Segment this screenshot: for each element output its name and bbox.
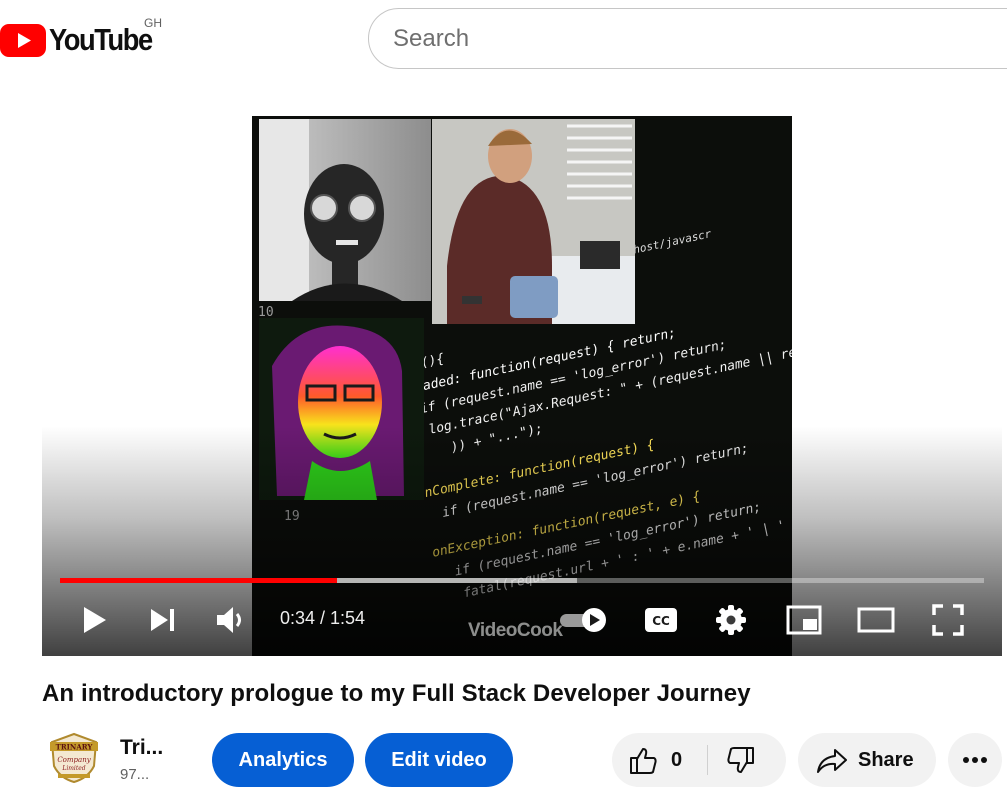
svg-text:TRINARY: TRINARY [56,743,94,752]
edit-video-button[interactable]: Edit video [365,733,513,787]
search-box[interactable] [368,8,1007,69]
like-dislike-group: 0 [612,733,786,787]
next-icon [151,609,174,631]
fullscreen-icon [932,604,964,636]
settings-button[interactable] [706,594,756,646]
time-display: 0:34 / 1:54 [280,608,366,628]
settings-gear-icon [716,605,746,635]
play-icon [84,607,106,633]
video-title: An introductory prologue to my Full Stac… [42,680,751,707]
miniplayer-button[interactable] [778,594,830,646]
autoplay-toggle[interactable] [554,594,612,646]
subscriber-count: 97... [120,766,150,783]
channel-name[interactable]: Tri... [120,736,163,760]
search-input[interactable] [393,25,953,53]
masthead: YouTube GH [0,0,1007,78]
youtube-logo[interactable]: YouTube [0,22,166,58]
fullscreen-button[interactable] [922,594,974,646]
video-frame[interactable]: /localhost/javascr <script ion(){ Loaded… [252,116,792,656]
youtube-play-logo-icon [0,23,46,57]
share-button[interactable]: Share [798,733,936,787]
share-arrow-icon [817,749,847,773]
svg-text:19: 19 [284,509,300,524]
dislike-button[interactable] [708,733,786,787]
miniplayer-icon [786,605,822,635]
more-actions-button[interactable] [948,733,1002,787]
svg-text:Limited: Limited [61,765,85,772]
cc-icon: CC [645,608,677,632]
svg-text:10: 10 [258,305,274,320]
country-code: GH [144,16,162,30]
more-horizontal-icon [963,757,987,763]
svg-text:Company: Company [57,756,91,764]
progress-played [60,578,338,583]
share-label: Share [858,749,914,771]
thumbs-up-icon [630,748,657,774]
next-button[interactable] [138,594,188,646]
channel-avatar[interactable]: TRINARY Company Limited [48,732,100,784]
progress-bar[interactable] [60,578,984,583]
theater-mode-button[interactable] [850,594,902,646]
svg-text:CC: CC [652,614,670,628]
theater-mode-icon [857,607,895,633]
subtitles-button[interactable]: CC [636,594,686,646]
like-count: 0 [671,749,683,771]
thumbs-down-icon [727,747,754,773]
logo-wordmark: YouTube [49,22,153,57]
owner-row: TRINARY Company Limited Tri... 97... Ana… [42,732,1007,790]
autoplay-toggle-icon [560,608,606,632]
volume-icon [217,607,241,633]
volume-button[interactable] [206,594,256,646]
analytics-button[interactable]: Analytics [212,733,354,787]
play-button[interactable] [70,594,120,646]
video-player[interactable]: /localhost/javascr <script ion(){ Loaded… [42,116,1002,656]
like-button[interactable]: 0 [612,733,707,787]
video-thumbnail-art: /localhost/javascr <script ion(){ Loaded… [252,116,792,656]
player-controls: 0:34 / 1:54 CC [42,594,1002,646]
